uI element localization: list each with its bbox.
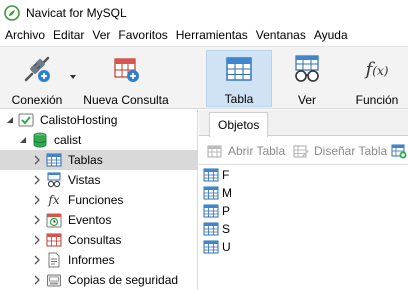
collapse-chevron-icon[interactable]	[5, 115, 15, 125]
event-clock-icon	[46, 212, 62, 228]
objects-toolbar: Abrir Tabla Diseñar Tabla	[199, 137, 408, 165]
new-table-button[interactable]	[391, 142, 408, 160]
open-table-label: Abrir Tabla	[228, 144, 286, 158]
table-item-p[interactable]: P	[203, 202, 230, 220]
menu-herramientas[interactable]: Herramientas	[172, 25, 252, 46]
collapse-chevron-icon[interactable]	[18, 135, 28, 145]
menu-ver[interactable]: Ver	[88, 25, 114, 46]
function-fx-icon: f(x)	[365, 58, 389, 80]
tab-label: Objetos	[218, 118, 260, 132]
view-glasses-icon	[291, 53, 323, 85]
tree-connection[interactable]: CalistoHosting	[0, 110, 197, 130]
design-table-label: Diseñar Tabla	[314, 144, 388, 158]
connection-dropdown-caret[interactable]	[70, 75, 76, 79]
window-title: Navicat for MySQL	[26, 5, 127, 20]
design-table-button[interactable]: Diseñar Tabla	[293, 142, 387, 160]
tree-item-tablas[interactable]: Tablas	[0, 150, 197, 170]
table-icon	[223, 54, 255, 84]
view-label: Ver	[297, 93, 316, 107]
open-table-button[interactable]: Abrir Tabla	[207, 142, 285, 160]
tree-item-label: Funciones	[68, 193, 124, 207]
tree-item-consultas[interactable]: Consultas	[0, 230, 197, 250]
view-glasses-icon	[46, 172, 62, 188]
connection-label: Conexión	[11, 93, 63, 107]
backup-icon	[46, 272, 62, 288]
report-icon	[46, 252, 62, 268]
function-label: Función	[355, 93, 399, 107]
open-table-icon	[207, 143, 223, 159]
main-toolbar: Conexión Nueva Consulta Tabla Ver f(x) F…	[0, 46, 408, 109]
expand-chevron-icon[interactable]	[32, 195, 42, 205]
tree-item-eventos[interactable]: Eventos	[0, 210, 197, 230]
expand-chevron-icon[interactable]	[32, 235, 42, 245]
navigation-tree: CalistoHosting calist Tablas Vistas fx F…	[0, 110, 198, 290]
table-name: U	[222, 240, 231, 254]
table-label: Tabla	[224, 92, 254, 106]
tree-item-label: Copias de seguridad	[68, 273, 179, 287]
new-query-icon	[110, 53, 142, 85]
table-name: F	[222, 168, 230, 182]
database-icon	[32, 132, 48, 148]
expand-chevron-icon[interactable]	[32, 215, 42, 225]
tree-item-label: Tablas	[68, 153, 103, 167]
menu-favoritos[interactable]: Favoritos	[114, 25, 171, 46]
tree-item-label: Vistas	[68, 173, 101, 187]
tree-item-vistas[interactable]: Vistas	[0, 170, 197, 190]
menu-archivo[interactable]: Archivo	[1, 25, 49, 46]
table-name: S	[222, 222, 231, 236]
view-button[interactable]: Ver	[280, 50, 334, 107]
connection-button[interactable]: Conexión	[6, 50, 68, 107]
tree-item-label: Eventos	[68, 213, 112, 227]
design-table-icon	[293, 143, 309, 159]
database-name: calist	[54, 133, 82, 147]
tab-objetos[interactable]: Objetos	[209, 112, 269, 137]
new-query-label: Nueva Consulta	[83, 93, 169, 107]
expand-chevron-icon[interactable]	[32, 175, 42, 185]
tree-item-copias-de-seguridad[interactable]: Copias de seguridad	[0, 270, 197, 290]
table-icon	[203, 168, 219, 182]
tree-item-label: Informes	[68, 253, 115, 267]
plug-icon	[21, 53, 53, 85]
table-button[interactable]: Tabla	[206, 50, 272, 107]
table-item-u[interactable]: U	[203, 238, 231, 256]
table-icon	[203, 186, 219, 200]
table-icon	[46, 152, 62, 168]
tree-item-label: Consultas	[68, 233, 122, 247]
table-icon	[203, 222, 219, 236]
connection-name: CalistoHosting	[40, 113, 118, 127]
table-item-s[interactable]: S	[203, 220, 230, 238]
title-bar: Navicat for MySQL	[0, 0, 408, 25]
tree-item-funciones[interactable]: fx Funciones	[0, 190, 197, 210]
tree-database[interactable]: calist	[0, 130, 197, 150]
objects-panel: Objetos Abrir Tabla Diseñar Tabla F M P …	[199, 110, 408, 290]
menu-editar[interactable]: Editar	[49, 25, 88, 46]
function-fx-icon: fx	[48, 193, 60, 207]
table-icon	[203, 204, 219, 218]
menu-ventanas[interactable]: Ventanas	[252, 25, 310, 46]
expand-chevron-icon[interactable]	[32, 155, 42, 165]
connection-check-icon	[18, 112, 34, 128]
tree-item-informes[interactable]: Informes	[0, 250, 197, 270]
query-icon	[46, 232, 62, 248]
new-query-button[interactable]: Nueva Consulta	[82, 50, 170, 107]
tab-strip: Objetos	[199, 110, 408, 137]
table-name: P	[222, 204, 231, 218]
navicat-logo-icon	[4, 4, 20, 21]
table-item-f[interactable]: F	[203, 166, 229, 184]
table-name: M	[222, 186, 232, 200]
menu-bar: Archivo Editar Ver Favoritos Herramienta…	[0, 25, 408, 46]
function-button[interactable]: f(x) Función	[348, 50, 406, 108]
menu-ayuda[interactable]: Ayuda	[310, 25, 352, 46]
table-item-m[interactable]: M	[203, 184, 232, 202]
expand-chevron-icon[interactable]	[32, 275, 42, 285]
new-table-icon	[391, 143, 407, 159]
table-icon	[203, 240, 219, 254]
expand-chevron-icon[interactable]	[32, 255, 42, 265]
